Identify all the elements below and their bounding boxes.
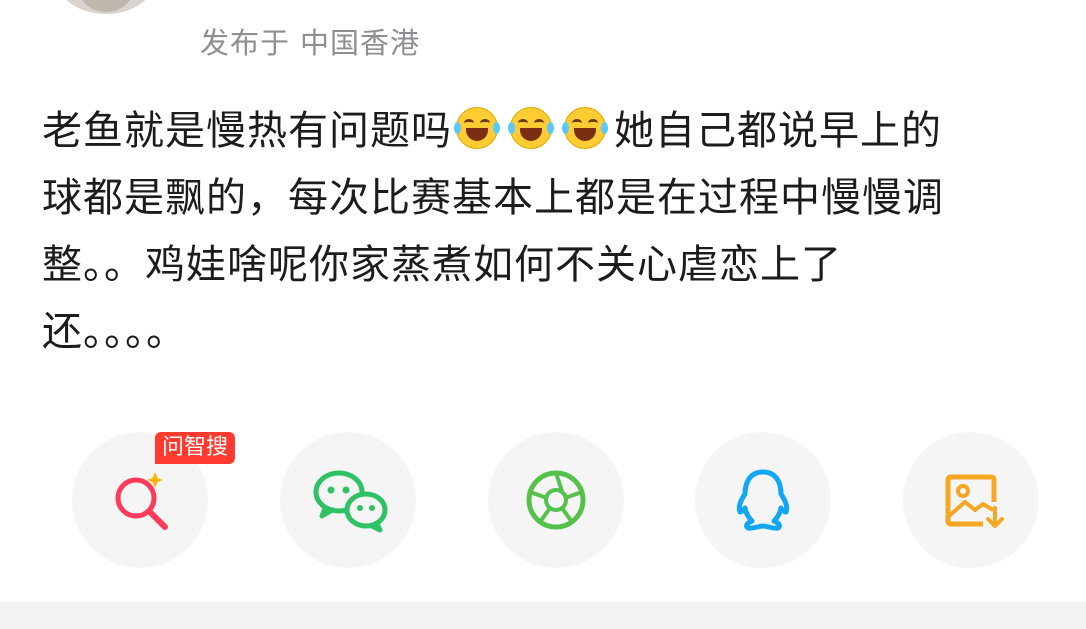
ai-search-badge: 问智搜 xyxy=(155,432,236,464)
post-content: 老鱼就是慢热有问题吗 她自己都说早上的 球都是飘的，每次比赛基本上都是在过程中慢慢… xyxy=(42,98,1052,366)
qq-icon xyxy=(736,469,790,531)
location-label: 中国香港 xyxy=(300,26,421,60)
laugh-cry-emoji xyxy=(562,107,608,149)
moments-share-button[interactable] xyxy=(488,432,624,568)
content-text: 她自己都说早上的 xyxy=(614,108,942,154)
qq-share-button[interactable] xyxy=(695,432,831,568)
save-image-button[interactable] xyxy=(903,432,1039,568)
wechat-share-button[interactable] xyxy=(280,432,416,568)
save-image-icon xyxy=(945,474,1004,528)
content-line-3: 整。。鸡娃啥呢你家蒸煮如何不关心虐恋上了 xyxy=(42,242,842,288)
content-line-1: 老鱼就是慢热有问题吗 她自己都说早上的 xyxy=(42,98,1052,165)
post-page: 发布于 中国香港 老鱼就是慢热有问题吗 她自己都说早上的 球都是飘的，每次比赛基本上… xyxy=(0,0,1086,629)
bottom-divider-bar xyxy=(0,602,1086,629)
published-label: 发布于 xyxy=(200,26,291,60)
post-meta: 发布于 中国香港 xyxy=(200,20,420,62)
avatar[interactable] xyxy=(58,0,154,14)
content-text: 老鱼就是慢热有问题吗 xyxy=(42,108,452,154)
moments-icon xyxy=(526,470,586,530)
laugh-cry-emoji xyxy=(508,107,554,149)
content-line-4: 还。。。。 xyxy=(42,309,187,355)
content-line-2: 球都是飘的，每次比赛基本上都是在过程中慢慢调 xyxy=(42,175,944,221)
wechat-icon xyxy=(313,470,388,533)
laugh-cry-emoji xyxy=(454,107,500,149)
